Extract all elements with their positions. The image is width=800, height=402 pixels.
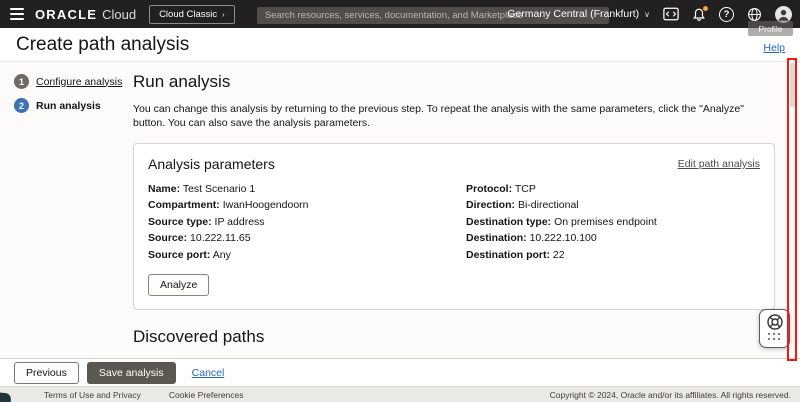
save-analysis-button[interactable]: Save analysis [87, 362, 176, 384]
oracle-cloud-logo[interactable]: ORACLE Cloud [35, 7, 136, 22]
edit-path-analysis-link[interactable]: Edit path analysis [678, 158, 760, 170]
cookie-preferences-link[interactable]: Cookie Preferences [169, 390, 244, 400]
analyze-button[interactable]: Analyze [148, 274, 209, 296]
brand-oracle: ORACLE [35, 7, 97, 22]
notification-dot [703, 6, 708, 11]
field-destination: Destination: 10.222.10.100 [466, 230, 760, 247]
copyright-text: Copyright © 2024, Oracle and/or its affi… [550, 390, 791, 400]
step-1-label[interactable]: Configure analysis [36, 76, 122, 88]
fields-left-column: Name: Test Scenario 1 Compartment: IwanH… [148, 181, 442, 264]
run-analysis-heading: Run analysis [133, 72, 775, 92]
brand-cloud: Cloud [102, 7, 136, 22]
help-question-icon[interactable]: ? [719, 7, 734, 22]
notifications-bell-icon[interactable] [692, 7, 706, 22]
step-2-label: Run analysis [36, 100, 101, 112]
analysis-parameters-card: Analysis parameters Edit path analysis N… [133, 143, 775, 311]
oci-console-screen: ORACLE Cloud Cloud Classic › Germany Cen… [0, 0, 800, 402]
cloud-shell-icon[interactable] [663, 7, 679, 21]
previous-button[interactable]: Previous [14, 362, 79, 384]
chevron-right-icon: › [222, 10, 224, 18]
cancel-link[interactable]: Cancel [192, 367, 225, 379]
vertical-scrollbar-thumb[interactable] [790, 63, 795, 107]
parameters-fields: Name: Test Scenario 1 Compartment: IwanH… [148, 181, 760, 264]
top-navigation-bar: ORACLE Cloud Cloud Classic › Germany Cen… [0, 0, 800, 28]
drag-handle-dots-icon[interactable] [768, 333, 781, 341]
step-2-circle: 2 [14, 98, 29, 113]
hamburger-menu-icon[interactable] [10, 8, 24, 20]
page-footer: Terms of Use and Privacy Cookie Preferen… [0, 386, 800, 402]
main-content: 1 Configure analysis 2 Run analysis Run … [0, 62, 800, 358]
field-source-port: Source port: Any [148, 247, 442, 264]
card-header: Analysis parameters Edit path analysis [148, 156, 760, 172]
discovered-paths-heading: Discovered paths [133, 327, 775, 347]
field-destination-type: Destination type: On premises endpoint [466, 214, 760, 231]
user-avatar-icon[interactable] [775, 6, 792, 23]
footer-links: Terms of Use and Privacy Cookie Preferen… [44, 390, 244, 400]
cloud-classic-button[interactable]: Cloud Classic › [149, 5, 235, 24]
field-protocol: Protocol: TCP [466, 181, 760, 198]
field-source-type: Source type: IP address [148, 214, 442, 231]
language-globe-icon[interactable] [747, 7, 762, 22]
analysis-parameters-title: Analysis parameters [148, 156, 275, 172]
floating-help-widget[interactable] [759, 309, 790, 348]
wizard-stepper: 1 Configure analysis 2 Run analysis [14, 74, 122, 122]
step-configure-analysis[interactable]: 1 Configure analysis [14, 74, 122, 89]
terms-link[interactable]: Terms of Use and Privacy [44, 390, 141, 400]
field-compartment: Compartment: IwanHoogendoorn [148, 197, 442, 214]
help-link[interactable]: Help [763, 42, 785, 54]
field-source: Source: 10.222.11.65 [148, 230, 442, 247]
field-direction: Direction: Bi-directional [466, 197, 760, 214]
chevron-down-icon: ∨ [644, 10, 650, 19]
life-ring-icon [766, 313, 784, 331]
run-analysis-description: You can change this analysis by returnin… [133, 102, 775, 131]
step-run-analysis: 2 Run analysis [14, 98, 122, 113]
wizard-action-bar: Previous Save analysis Cancel [0, 358, 800, 386]
page-title-bar: Create path analysis Help [0, 28, 800, 62]
region-selector[interactable]: Germany Central (Frankfurt) ∨ [507, 8, 650, 20]
run-analysis-panel: Run analysis You can change this analysi… [133, 72, 775, 358]
profile-tooltip: Profile [748, 21, 793, 36]
page-title: Create path analysis [16, 34, 189, 56]
field-name: Name: Test Scenario 1 [148, 181, 442, 198]
step-1-circle: 1 [14, 74, 29, 89]
field-destination-port: Destination port: 22 [466, 247, 760, 264]
fields-right-column: Protocol: TCP Direction: Bi-directional … [466, 181, 760, 264]
